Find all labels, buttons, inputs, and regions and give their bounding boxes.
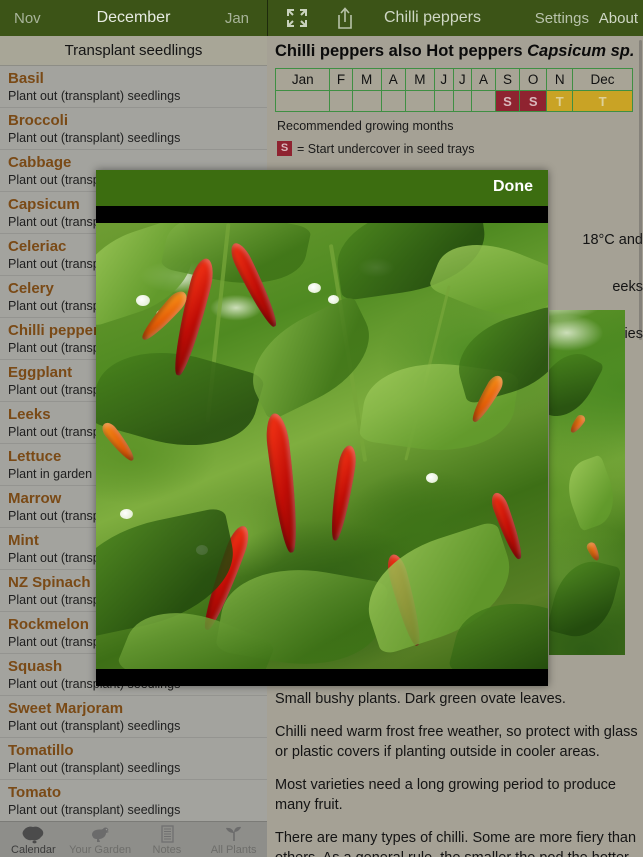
about-button[interactable]: About xyxy=(599,10,638,27)
calendar-month-nav: Nov December Jan xyxy=(0,0,267,36)
detail-heading-main: Chilli peppers also Hot peppers xyxy=(275,42,528,60)
month-value-cell xyxy=(380,90,406,112)
month-value-cell: S xyxy=(494,90,520,112)
month-header-cell: N xyxy=(546,68,574,91)
month-header-cell: O xyxy=(518,68,548,91)
detail-scrollbar[interactable] xyxy=(639,40,642,340)
seedling-icon xyxy=(221,824,247,844)
list-item-action: Plant out (transplant) seedlings xyxy=(8,89,181,103)
month-value-cell: T xyxy=(572,90,633,112)
list-item-action: Plant out (transplant) seedlings xyxy=(8,719,181,733)
month-header-cell: A xyxy=(380,68,406,91)
description-paragraph: Chilli need warm frost free weather, so … xyxy=(275,724,638,760)
chilli-plant-photo[interactable] xyxy=(96,223,548,669)
list-item[interactable]: Broccoli Plant out (transplant) seedlings xyxy=(0,108,267,150)
table-row-month-headers: Jan F M A M J J A S O N Dec xyxy=(274,68,633,91)
background-plant-thumbnail[interactable] xyxy=(549,310,625,655)
list-item-plant-name: Broccoli xyxy=(8,112,69,129)
description-paragraph: Small bushy plants. Dark green ovate lea… xyxy=(275,691,566,707)
expand-fullscreen-icon[interactable] xyxy=(286,8,308,28)
letterbox-top xyxy=(96,206,548,223)
detail-nav: Chilli peppers Settings About xyxy=(267,0,643,36)
top-navigation-bar: Nov December Jan Chilli peppers Settings… xyxy=(0,0,643,36)
legend-chip-s: S xyxy=(277,141,292,156)
month-value-cell xyxy=(471,90,496,112)
done-button[interactable]: Done xyxy=(493,178,533,196)
month-value-cell: T xyxy=(546,90,574,112)
detail-heading-botanical: Capsicum sp. xyxy=(527,42,635,60)
tab-calendar-label: Calendar xyxy=(11,844,56,856)
bird-icon xyxy=(87,824,113,844)
month-header-cell: F xyxy=(329,68,353,91)
list-item-action: Plant out (transplant) seedlings xyxy=(8,131,181,145)
month-header-cell: Jan xyxy=(274,68,331,91)
photo-viewer-modal[interactable]: Done xyxy=(96,170,548,686)
month-value-cell xyxy=(452,90,473,112)
list-item-plant-name: Tomatillo xyxy=(8,742,74,759)
list-item-action: Plant out (transplant) seedlings xyxy=(8,803,181,817)
month-value-cell: S xyxy=(518,90,548,112)
description-paragraph: Most varieties need a long growing perio… xyxy=(275,777,616,813)
month-value-cell xyxy=(351,90,382,112)
month-value-cell xyxy=(329,90,353,112)
tab-your-garden-label: Your Garden xyxy=(69,844,132,856)
month-header-cell: J xyxy=(434,68,454,91)
settings-button[interactable]: Settings xyxy=(535,10,589,27)
list-item-plant-name: Basil xyxy=(8,70,44,87)
letterbox-bottom xyxy=(96,669,548,686)
table-row-month-values: SSTT xyxy=(274,90,633,112)
list-item[interactable]: Sweet Marjoram Plant out (transplant) see… xyxy=(0,696,267,738)
month-value-cell xyxy=(434,90,454,112)
list-section-header: Transplant seedlings xyxy=(0,36,267,66)
next-month-button[interactable]: Jan xyxy=(225,10,249,27)
bottom-tab-bar[interactable]: Calendar Your Garden Notes All Plants xyxy=(0,821,267,857)
growing-months-table: Jan F M A M J J A S O N Dec SSTT xyxy=(274,68,633,112)
tab-all-plants[interactable]: All Plants xyxy=(200,822,267,857)
month-header-cell: M xyxy=(351,68,382,91)
month-header-cell: S xyxy=(494,68,520,91)
list-item-action: Plant out (transplant) seedlings xyxy=(8,761,181,775)
photo-viewer-toolbar: Done xyxy=(96,170,548,206)
list-item-plant-name: Tomato xyxy=(8,784,62,801)
tab-your-garden[interactable]: Your Garden xyxy=(67,822,134,857)
tab-notes-label: Notes xyxy=(152,844,182,856)
month-header-cell: A xyxy=(471,68,496,91)
month-header-cell: J xyxy=(452,68,473,91)
month-value-cell xyxy=(274,90,331,112)
plant-description: Small bushy plants. Dark green ovate lea… xyxy=(275,689,639,857)
document-lines-icon xyxy=(154,824,180,844)
tab-all-plants-label: All Plants xyxy=(210,844,257,856)
description-paragraph: There are many types of chilli. Some are… xyxy=(275,830,637,857)
detail-plant-title: Chilli peppers xyxy=(384,9,481,26)
month-header-cell: Dec xyxy=(572,68,633,91)
list-item[interactable]: Tomatillo Plant out (transplant) seedling… xyxy=(0,738,267,780)
app-root: Nov December Jan Chilli peppers Settings… xyxy=(0,0,643,857)
list-item-plant-name: Sweet Marjoram xyxy=(8,700,124,717)
month-header-cell: M xyxy=(404,68,436,91)
legend-seed-row: S = Start undercover in seed trays xyxy=(277,141,643,156)
detail-heading: Chilli peppers also Hot peppers Capsicum… xyxy=(267,36,643,66)
tab-notes[interactable]: Notes xyxy=(134,822,201,857)
list-item[interactable]: Tomato Plant out (transplant) seedlings xyxy=(0,780,267,821)
share-icon[interactable] xyxy=(335,6,355,30)
list-item[interactable]: Basil Plant out (transplant) seedlings xyxy=(0,66,267,108)
legend-caption: Recommended growing months xyxy=(277,119,454,133)
tab-calendar[interactable]: Calendar xyxy=(0,822,67,857)
legend-chip-text: = Start undercover in seed trays xyxy=(297,141,475,156)
month-value-cell xyxy=(404,90,436,112)
australia-map-icon xyxy=(20,824,46,844)
